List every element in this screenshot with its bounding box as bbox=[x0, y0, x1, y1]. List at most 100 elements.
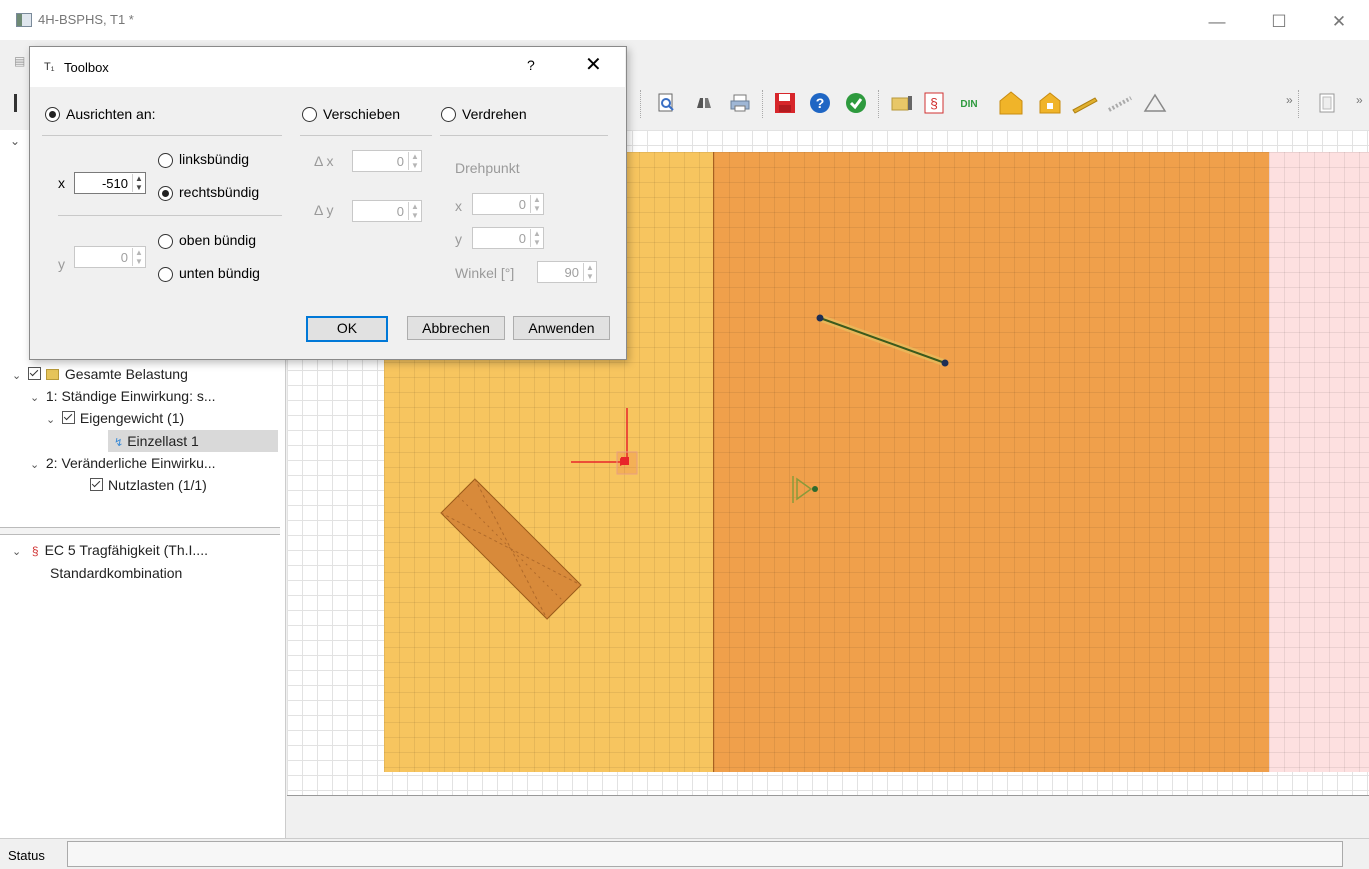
stairs-icon[interactable] bbox=[1105, 88, 1135, 118]
x-label: x bbox=[58, 175, 65, 191]
spin-arrows-icon[interactable]: ▲ ▼ bbox=[408, 152, 421, 170]
din-icon[interactable]: DIN bbox=[954, 88, 984, 118]
house-icon[interactable] bbox=[996, 88, 1026, 118]
tree-item-standardkombination[interactable]: Standardkombination bbox=[50, 562, 182, 584]
spin-arrows-icon[interactable]: ▲ ▼ bbox=[583, 263, 596, 281]
chevron-down-icon[interactable]: ⌄ bbox=[30, 454, 42, 476]
printer-icon[interactable] bbox=[725, 88, 755, 118]
spin-arrows-icon[interactable]: ▲ ▼ bbox=[132, 174, 145, 192]
save-icon[interactable] bbox=[770, 88, 800, 118]
print-preview-icon[interactable] bbox=[652, 88, 682, 118]
dy-value: 0 bbox=[396, 203, 404, 219]
point-load-icon: ↯ bbox=[114, 437, 124, 449]
tree-label: Standardkombination bbox=[50, 565, 183, 581]
chevron-down-icon[interactable]: ⌄ bbox=[10, 134, 20, 148]
svg-text:DIN: DIN bbox=[960, 99, 977, 110]
y-spinbox[interactable]: 0 ▲ ▼ bbox=[74, 246, 146, 268]
radio-rechtsbuendig[interactable] bbox=[158, 186, 173, 201]
anwenden-button[interactable]: Anwenden bbox=[513, 316, 610, 340]
chevron-down-icon[interactable]: ⌄ bbox=[12, 541, 24, 563]
y-label: y bbox=[58, 256, 65, 272]
radio-obenbuendig[interactable] bbox=[158, 234, 173, 249]
close-icon[interactable]: ✕ bbox=[1316, 8, 1362, 36]
checkbox-checked[interactable] bbox=[27, 367, 41, 380]
x-spinbox[interactable]: -510 ▲ ▼ bbox=[74, 172, 146, 194]
dp-y-value: 0 bbox=[518, 230, 526, 246]
radio-verdrehen[interactable] bbox=[441, 107, 456, 122]
line-load-beam[interactable] bbox=[816, 314, 949, 367]
tree-item-group-2[interactable]: ⌄ 2: Veränderliche Einwirku... bbox=[30, 452, 216, 474]
checkbox-checked[interactable] bbox=[61, 411, 75, 424]
chevron-down-icon[interactable]: ⌄ bbox=[46, 409, 58, 431]
abbrechen-button[interactable]: Abbrechen bbox=[407, 316, 505, 340]
dialog-title: Toolbox bbox=[64, 60, 109, 75]
page-icon[interactable] bbox=[1312, 88, 1342, 118]
minimize-icon[interactable]: — bbox=[1194, 8, 1240, 36]
rotated-opening[interactable] bbox=[440, 478, 582, 620]
dx-value: 0 bbox=[396, 153, 404, 169]
radio-verschieben[interactable] bbox=[302, 107, 317, 122]
house-small-icon[interactable] bbox=[1035, 88, 1065, 118]
drehpunkt-x-spinbox[interactable]: 0 ▲ ▼ bbox=[472, 193, 544, 215]
folder-icon bbox=[45, 369, 59, 380]
y-value: 0 bbox=[120, 249, 128, 265]
point-load-marker[interactable] bbox=[571, 408, 638, 475]
triangle-icon[interactable] bbox=[1140, 88, 1170, 118]
dp-x-label: x bbox=[455, 198, 462, 214]
panel-splitter[interactable] bbox=[0, 527, 280, 535]
binoculars-icon[interactable] bbox=[689, 88, 719, 118]
verschieben-label: Verschieben bbox=[323, 106, 401, 122]
canvas-splitter[interactable] bbox=[287, 795, 1369, 809]
divider bbox=[440, 135, 608, 136]
tree-item-ec5[interactable]: ⌄ § EC 5 Tragfähigkeit (Th.I.... bbox=[12, 539, 208, 561]
chevron-down-icon[interactable]: ⌄ bbox=[12, 365, 24, 387]
dx-label: Δ x bbox=[314, 153, 334, 169]
load-tree: ⌄ Gesamte Belastung ⌄ 1: Ständige Einwir… bbox=[0, 356, 280, 526]
toolbar-grip-icon bbox=[14, 94, 17, 112]
spin-arrows-icon[interactable]: ▲ ▼ bbox=[132, 248, 145, 266]
tree-item-gesamte-belastung[interactable]: ⌄ Gesamte Belastung bbox=[12, 363, 188, 385]
overflow-icon[interactable]: » bbox=[1356, 93, 1363, 107]
help-icon[interactable]: ? bbox=[805, 88, 835, 118]
drehpunkt-y-spinbox[interactable]: 0 ▲ ▼ bbox=[472, 227, 544, 249]
chevron-down-icon[interactable]: ⌄ bbox=[30, 387, 42, 409]
obenbuendig-label: oben bündig bbox=[179, 232, 257, 248]
dx-spinbox[interactable]: 0 ▲ ▼ bbox=[352, 150, 422, 172]
tree-label: 1: Ständige Einwirkung: s... bbox=[45, 388, 216, 404]
winkel-label: Winkel [°] bbox=[455, 265, 515, 281]
spin-arrows-icon[interactable]: ▲ ▼ bbox=[530, 229, 543, 247]
dialog-title-bar bbox=[30, 47, 625, 87]
paragraph-icon[interactable]: § bbox=[919, 88, 949, 118]
bottom-panel bbox=[287, 808, 1369, 838]
check-icon[interactable] bbox=[841, 88, 871, 118]
beam-icon[interactable] bbox=[1070, 88, 1100, 118]
winkel-spinbox[interactable]: 90 ▲ ▼ bbox=[537, 261, 597, 283]
menu-icon[interactable]: ▤ bbox=[14, 54, 25, 68]
paragraph-icon: § bbox=[31, 544, 39, 558]
status-field bbox=[67, 841, 1343, 867]
maximize-icon[interactable]: ☐ bbox=[1256, 8, 1302, 36]
radio-linksbuendig[interactable] bbox=[158, 153, 173, 168]
tree-label: Einzellast 1 bbox=[127, 433, 199, 449]
tree-item-einzellast-selected[interactable]: ↯ Einzellast 1 bbox=[108, 430, 278, 452]
folder-book-icon[interactable] bbox=[887, 88, 917, 118]
svg-text:?: ? bbox=[816, 95, 825, 111]
tree-item-nutzlasten[interactable]: Nutzlasten (1/1) bbox=[90, 474, 207, 496]
dialog-help-button[interactable]: ? bbox=[527, 57, 535, 73]
checkbox-checked[interactable] bbox=[90, 478, 103, 491]
dy-spinbox[interactable]: 0 ▲ ▼ bbox=[352, 200, 422, 222]
tree-label: 2: Veränderliche Einwirku... bbox=[45, 455, 216, 471]
toolbar-separator bbox=[1298, 90, 1300, 118]
support-symbol[interactable] bbox=[792, 476, 818, 503]
dy-label: Δ y bbox=[314, 202, 334, 218]
tree-item-eigengewicht[interactable]: ⌄ Eigengewicht (1) bbox=[46, 407, 184, 429]
linksbuendig-label: linksbündig bbox=[179, 151, 250, 167]
radio-ausrichten[interactable] bbox=[45, 107, 60, 122]
overflow-icon[interactable]: » bbox=[1286, 93, 1293, 107]
dialog-close-button[interactable]: ✕ bbox=[585, 52, 602, 77]
ok-button[interactable]: OK bbox=[306, 316, 388, 342]
spin-arrows-icon[interactable]: ▲ ▼ bbox=[530, 195, 543, 213]
tree-item-group-1[interactable]: ⌄ 1: Ständige Einwirkung: s... bbox=[30, 385, 216, 407]
spin-arrows-icon[interactable]: ▲ ▼ bbox=[408, 202, 421, 220]
radio-untenbuendig[interactable] bbox=[158, 267, 173, 282]
